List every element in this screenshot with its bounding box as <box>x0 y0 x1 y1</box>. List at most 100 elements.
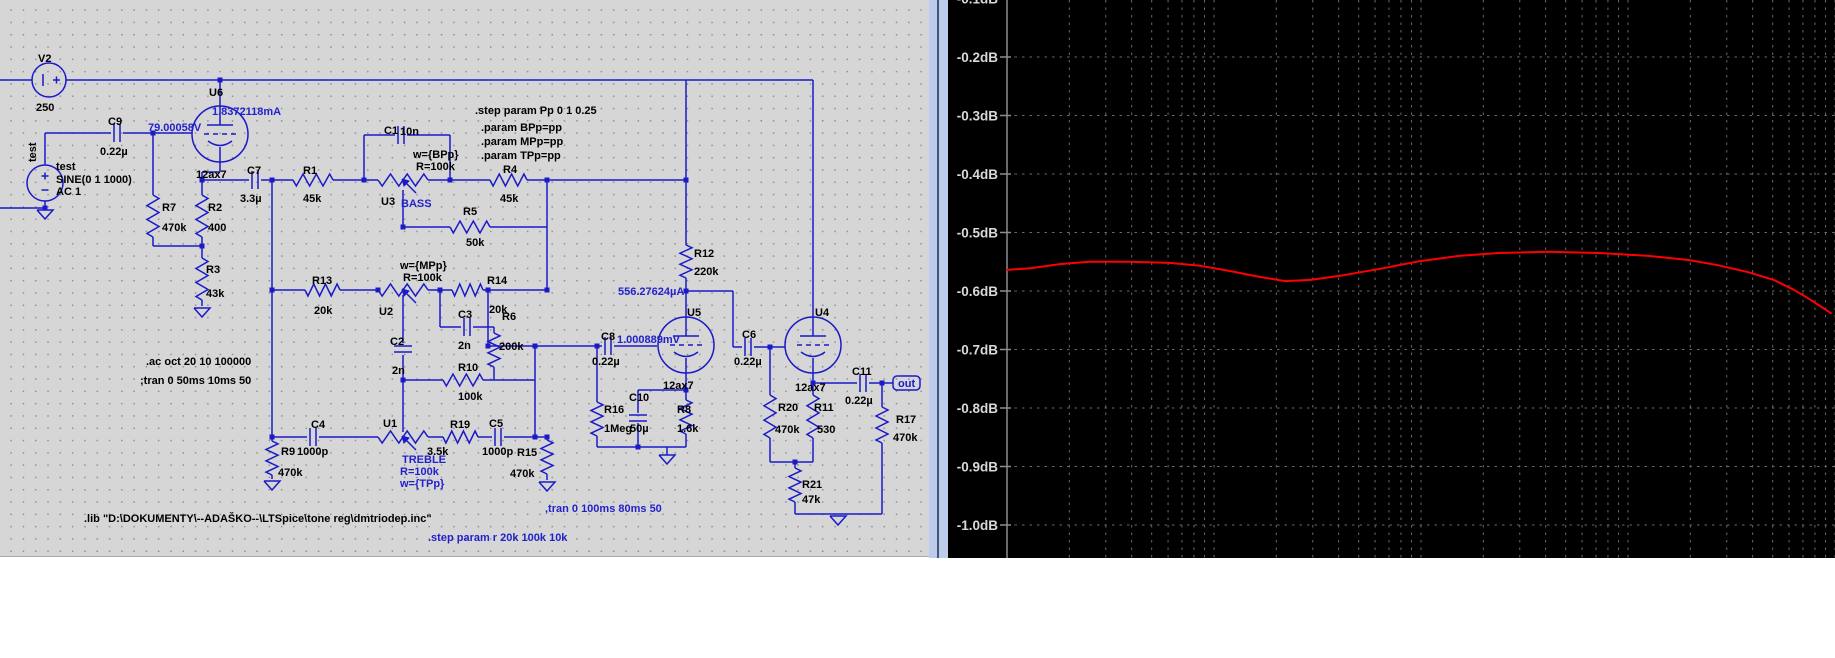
resistor-R21[interactable] <box>787 467 803 503</box>
schematic-annotation: ,tran 0 100ms 80ms 50 <box>545 503 662 515</box>
schematic-annotation: 556.27624µA <box>618 286 684 298</box>
junction-node <box>544 287 550 293</box>
schematic-label: R=100k <box>403 272 443 284</box>
junction-node <box>635 444 641 450</box>
potentiometer-U1[interactable] <box>377 429 429 451</box>
ground-symbol <box>263 480 282 492</box>
resistor-R17[interactable] <box>874 406 890 444</box>
schematic-label: R6 <box>502 311 516 323</box>
junction-node <box>375 287 381 293</box>
junction-node <box>485 343 491 349</box>
junction-node <box>879 380 885 386</box>
schematic-label: .param BPp=pp <box>481 122 562 134</box>
schematic-label: test <box>27 142 39 162</box>
schematic-label: R9 <box>281 446 295 458</box>
schematic-label: C1 <box>384 125 398 137</box>
schematic-label: U5 <box>687 307 701 319</box>
resistor-R19[interactable] <box>442 429 479 445</box>
schematic-label: R4 <box>503 164 518 176</box>
schematic-label: C8 <box>601 331 615 343</box>
ground-symbol <box>538 481 557 493</box>
ground-symbol <box>829 515 848 527</box>
resistor-R5[interactable] <box>449 219 491 235</box>
port-label: out <box>898 378 915 390</box>
schematic-label: R11 <box>814 402 834 414</box>
resistor-R9[interactable] <box>264 440 280 476</box>
schematic-label: C9 <box>108 116 122 128</box>
db-tick-label: -0.1dB <box>957 0 999 7</box>
schematic-label: 470k <box>278 467 303 479</box>
schematic-label: 470k <box>510 468 535 480</box>
schematic-annotation: w={TPp} <box>399 478 445 490</box>
schematic-annotation: BASS <box>401 198 432 210</box>
schematic-label: 50µ <box>630 423 649 435</box>
schematic-label: 2n <box>392 365 405 377</box>
frequency-response-trace[interactable] <box>1006 250 1832 315</box>
waveform-panel[interactable]: -0.1dB -0.2dB -0.3dB -0.4dB -0.5dB -0.6dB -0.7… <box>948 0 1835 558</box>
capacitor-C10[interactable] <box>629 414 647 422</box>
schematic-label: C2 <box>390 336 404 348</box>
schematic-label: w={MPp} <box>399 260 447 272</box>
schematic-label: SINE(0 1 1000) <box>56 174 132 186</box>
schematic-label: 250 <box>36 102 54 114</box>
resistor-R16[interactable] <box>589 401 605 437</box>
schematic-label: R13 <box>312 275 332 287</box>
schematic-label: 50k <box>466 237 485 249</box>
waveform-canvas[interactable]: -0.1dB -0.2dB -0.3dB -0.4dB -0.5dB -0.6dB -0.7… <box>948 0 1835 558</box>
voltage-source-V2[interactable] <box>31 62 67 98</box>
schematic-panel[interactable]: out V2 250 test SINE(0 1 1000) AC 1 C9 0.22µ U6 1… <box>0 0 929 557</box>
schematic-label: 100k <box>458 391 483 403</box>
schematic-label: 0.22µ <box>845 395 873 407</box>
junction-node <box>199 243 205 249</box>
resistor-R14[interactable] <box>451 282 484 298</box>
schematic-label: C10 <box>629 392 649 404</box>
schematic-label: 20k <box>314 305 333 317</box>
schematic-label: V2 <box>38 53 51 65</box>
schematic-label: C4 <box>311 419 326 431</box>
schematic-label: ;tran 0 50ms 10ms 50 <box>140 375 251 387</box>
schematic-label: 200k <box>499 341 524 353</box>
db-tick-label: -0.8dB <box>957 401 999 416</box>
schematic-label: R16 <box>604 404 624 416</box>
junction-node <box>594 343 600 349</box>
schematic-label: 470k <box>893 432 918 444</box>
schematic-label: 1Meg <box>604 423 632 435</box>
schematic-label: R8 <box>677 404 691 416</box>
schematic-label: 400 <box>208 222 226 234</box>
schematic-annotation: 1.8372118mA <box>212 106 281 118</box>
junction-node <box>447 177 453 183</box>
ground-symbol <box>658 454 677 466</box>
schematic-label: R1 <box>303 165 317 177</box>
schematic-label: 1000p <box>297 446 328 458</box>
schematic-label: R7 <box>162 202 176 214</box>
capacitor-C5[interactable] <box>494 428 502 446</box>
schematic-label: R14 <box>487 275 508 287</box>
schematic-label: 470k <box>775 424 800 436</box>
schematic-label: R3 <box>206 264 220 276</box>
schematic-label: 2n <box>458 340 471 352</box>
tube-cathode <box>673 351 699 358</box>
triode-U4[interactable] <box>784 316 842 374</box>
junction-node <box>269 177 275 183</box>
resistor-R2[interactable] <box>194 194 210 238</box>
junction-node <box>683 177 689 183</box>
schematic-label: 1.6k <box>677 423 699 435</box>
junction-node <box>767 344 773 350</box>
output-port[interactable]: out <box>892 375 921 391</box>
panel-splitter[interactable] <box>929 0 948 558</box>
schematic-label: test <box>56 161 76 173</box>
schematic-label: R=100k <box>416 161 456 173</box>
junction-node <box>361 177 367 183</box>
schematic-label: 0.22µ <box>592 356 620 368</box>
resistor-R12[interactable] <box>678 244 694 279</box>
resistor-R15[interactable] <box>539 439 555 475</box>
resistor-R10[interactable] <box>442 372 484 388</box>
schematic-label: 12ax7 <box>795 382 826 394</box>
schematic-canvas[interactable]: outV2250testSINE(0 1 1000)AC 1C90.22µU61… <box>0 0 929 556</box>
schematic-label: R2 <box>208 202 222 214</box>
schematic-label: U3 <box>381 196 395 208</box>
schematic-annotation: 1.000889mV <box>617 334 681 346</box>
db-tick-label: -0.4dB <box>957 167 999 182</box>
resistor-R7[interactable] <box>145 194 161 238</box>
db-tick-label: -1.0dB <box>957 518 999 533</box>
